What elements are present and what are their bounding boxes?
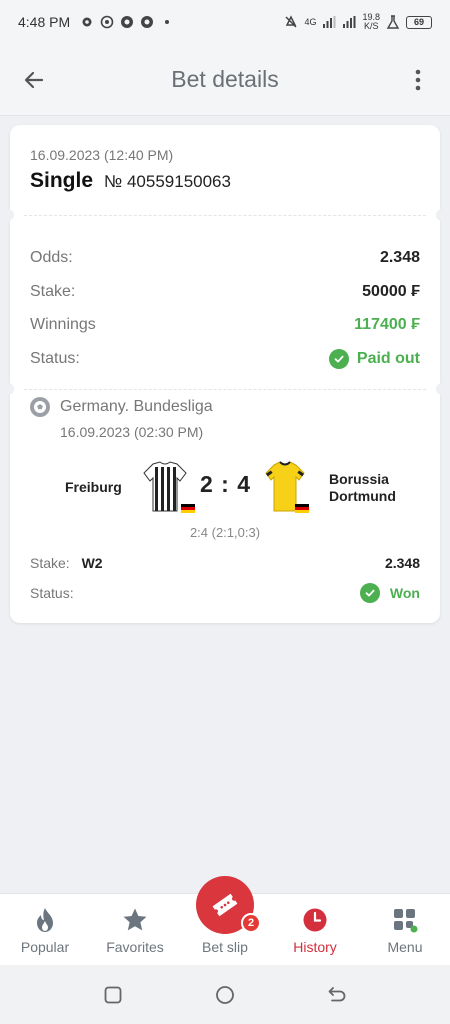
flame-icon bbox=[31, 906, 59, 934]
league-name: Germany. Bundesliga bbox=[60, 398, 213, 415]
mute-icon bbox=[285, 15, 297, 28]
odds-row: Odds: 2.348 bbox=[30, 246, 420, 270]
nav-item-history[interactable]: History bbox=[270, 894, 360, 966]
germany-flag-icon bbox=[295, 504, 309, 513]
event-stake-label: Stake: bbox=[30, 555, 70, 571]
nav-item-favorites[interactable]: Favorites bbox=[90, 894, 180, 966]
event-status-value: Won bbox=[389, 585, 420, 601]
app-bar: Bet details bbox=[0, 44, 450, 116]
status-row: Status: Paid out bbox=[30, 347, 420, 371]
match-date: 16.09.2023 (02:30 PM) bbox=[60, 424, 204, 440]
nav-label-history: History bbox=[293, 939, 337, 955]
arrow-left-icon bbox=[24, 71, 44, 89]
event-stake-row: Stake: W2 2.348 bbox=[30, 552, 420, 574]
dot-icon bbox=[165, 20, 170, 24]
system-navigation-bar bbox=[0, 965, 450, 1024]
home-team-name: Freiburg bbox=[65, 479, 122, 495]
more-vertical-icon bbox=[415, 69, 421, 91]
event-status-row: Status: Won bbox=[30, 582, 420, 604]
dashed-divider bbox=[24, 389, 426, 390]
star-icon bbox=[121, 906, 149, 934]
nav-label-menu: Menu bbox=[387, 939, 423, 955]
away-team-line2: Dortmund bbox=[329, 488, 396, 504]
away-team-name: Borussia Dortmund bbox=[329, 471, 396, 505]
bet-number: № 40559150063 bbox=[104, 172, 231, 191]
dashed-divider bbox=[24, 215, 426, 216]
bet-type: Single bbox=[30, 169, 94, 192]
home-button[interactable] bbox=[214, 984, 236, 1006]
stake-row: Stake: 50000 ₣ bbox=[30, 280, 420, 304]
lab-icon bbox=[386, 15, 400, 29]
signal-icon bbox=[343, 16, 356, 28]
nav-item-popular[interactable]: Popular bbox=[0, 894, 90, 966]
status-time: 4:48 PM bbox=[18, 14, 71, 30]
more-menu-button[interactable] bbox=[408, 66, 428, 94]
whatsapp-icon bbox=[121, 16, 134, 28]
ticket-notch bbox=[6, 383, 14, 395]
score-detail: 2:4 (2:1,0:3) bbox=[189, 525, 261, 540]
network-type: 4G bbox=[304, 17, 317, 27]
ticket-notch bbox=[436, 383, 444, 395]
winnings-row: Winnings 117400 ₣ bbox=[30, 313, 420, 337]
system-back-button[interactable] bbox=[326, 984, 348, 1006]
status-label: Status: bbox=[30, 350, 80, 367]
football-icon bbox=[30, 397, 50, 417]
nav-label-popular: Popular bbox=[20, 939, 70, 955]
odds-label: Odds: bbox=[30, 249, 73, 266]
status-bar: 4:48 PM 4G 19.8 K/S 69 bbox=[0, 0, 450, 44]
back-arrow-icon bbox=[328, 987, 346, 1002]
whatsapp-icon bbox=[141, 16, 154, 28]
event-odds: 2.348 bbox=[384, 555, 420, 571]
check-circle-icon bbox=[359, 583, 380, 603]
square-icon bbox=[104, 986, 122, 1004]
battery-icon: 69 bbox=[406, 15, 432, 29]
odds-value: 2.348 bbox=[379, 249, 420, 266]
gear-icon bbox=[82, 17, 92, 27]
recent-apps-button[interactable] bbox=[102, 984, 124, 1006]
whatsapp-icon bbox=[100, 15, 114, 29]
status-badge: Paid out bbox=[328, 349, 420, 369]
bet-date: 16.09.2023 (12:40 PM) bbox=[30, 147, 174, 163]
back-button[interactable] bbox=[20, 66, 48, 94]
match-scoreboard: Freiburg 2 : 4 Borussia Dortmund bbox=[10, 457, 440, 517]
nav-label-bet-slip: Bet slip bbox=[202, 939, 248, 955]
winnings-value: 117400 ₣ bbox=[354, 316, 420, 333]
bet-slip-count-badge: 2 bbox=[241, 913, 261, 933]
event-status-badge: Won bbox=[359, 583, 420, 603]
check-circle-icon bbox=[328, 349, 349, 369]
net-speed-unit: K/S bbox=[363, 21, 379, 31]
nav-label-favorites: Favorites bbox=[106, 939, 164, 955]
event-status-label: Status: bbox=[30, 585, 74, 601]
ticket-icon bbox=[212, 893, 238, 917]
ticket-notch bbox=[436, 209, 444, 221]
bet-card: 16.09.2023 (12:40 PM) Single № 405591500… bbox=[6, 125, 444, 623]
clock-icon bbox=[301, 906, 329, 934]
circle-icon bbox=[216, 986, 234, 1004]
match-score: 2 : 4 bbox=[200, 471, 252, 497]
nav-item-menu[interactable]: Menu bbox=[360, 894, 450, 966]
league-header: Germany. Bundesliga bbox=[30, 397, 213, 417]
germany-flag-icon bbox=[181, 504, 195, 513]
event-pick: W2 bbox=[81, 555, 103, 571]
page-title: Bet details bbox=[171, 66, 279, 92]
stake-value: 50000 ₣ bbox=[362, 283, 420, 300]
status-value: Paid out bbox=[356, 350, 420, 367]
stake-label: Stake: bbox=[30, 283, 76, 300]
signal-icon bbox=[323, 16, 336, 28]
grid-icon bbox=[391, 906, 419, 934]
winnings-label: Winnings bbox=[30, 316, 96, 333]
ticket-notch bbox=[6, 209, 14, 221]
away-team-line1: Borussia bbox=[329, 471, 389, 487]
